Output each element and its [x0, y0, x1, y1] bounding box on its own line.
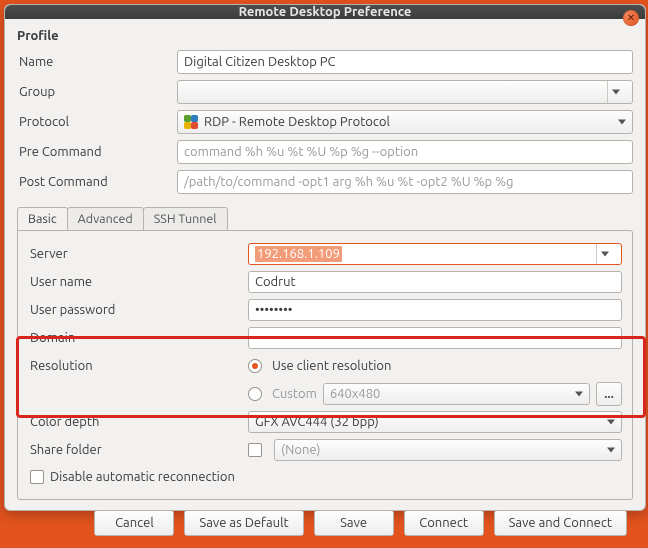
disable-reconnect-label: Disable automatic reconnection: [50, 470, 235, 484]
name-label: Name: [17, 55, 177, 69]
server-label: Server: [28, 247, 248, 261]
domain-label: Domain: [28, 331, 248, 345]
resolution-custom-combo[interactable]: 640x480: [323, 383, 590, 405]
precommand-label: Pre Command: [17, 145, 177, 159]
chevron-down-icon: [607, 448, 615, 453]
chevron-down-icon: [601, 252, 609, 257]
remmina-icon: [184, 115, 198, 129]
chevron-down-icon: [575, 392, 583, 397]
server-value: 192.168.1.109: [255, 246, 342, 262]
window-title: Remote Desktop Preference: [239, 5, 412, 19]
cancel-button[interactable]: Cancel: [94, 510, 174, 536]
username-label: User name: [28, 275, 248, 289]
connect-button[interactable]: Connect: [404, 510, 484, 536]
postcommand-label: Post Command: [17, 175, 177, 189]
domain-input[interactable]: [248, 327, 622, 349]
save-button[interactable]: Save: [314, 510, 394, 536]
chevron-down-icon: [607, 420, 615, 425]
chevron-down-icon: [618, 120, 626, 125]
button-bar: Cancel Save as Default Save Connect Save…: [17, 500, 633, 538]
password-input[interactable]: [248, 299, 622, 321]
tab-basic-panel: Server 192.168.1.109 User name User pass…: [17, 230, 633, 500]
sharefolder-label: Share folder: [28, 443, 248, 457]
resolution-label: Resolution: [28, 359, 248, 373]
resolution-custom-label: Custom: [272, 387, 317, 401]
resolution-custom-radio[interactable]: [248, 387, 262, 401]
tab-ssh-tunnel[interactable]: SSH Tunnel: [143, 207, 228, 230]
colordepth-combo[interactable]: GFX AVC444 (32 bpp): [248, 411, 622, 433]
sharefolder-checkbox[interactable]: [248, 443, 262, 457]
sharefolder-combo[interactable]: (None): [274, 439, 622, 461]
chevron-down-icon: [612, 90, 620, 95]
server-combo[interactable]: 192.168.1.109: [248, 243, 622, 265]
tab-advanced[interactable]: Advanced: [67, 207, 144, 230]
profile-heading: Profile: [17, 29, 633, 43]
resolution-more-button[interactable]: ...: [596, 382, 622, 406]
name-input[interactable]: [177, 50, 633, 74]
preference-window: Remote Desktop Preference ✕ Profile Name…: [4, 4, 646, 511]
close-icon[interactable]: ✕: [623, 10, 639, 26]
resolution-client-label: Use client resolution: [272, 359, 391, 373]
protocol-combo[interactable]: RDP - Remote Desktop Protocol: [177, 110, 633, 134]
username-input[interactable]: [248, 271, 622, 293]
colordepth-label: Color depth: [28, 415, 248, 429]
precommand-input[interactable]: [177, 140, 633, 164]
password-label: User password: [28, 303, 248, 317]
group-combo[interactable]: [177, 80, 633, 104]
save-connect-button[interactable]: Save and Connect: [494, 510, 627, 536]
resolution-client-radio[interactable]: [248, 359, 262, 373]
protocol-label: Protocol: [17, 115, 177, 129]
save-default-button[interactable]: Save as Default: [184, 510, 303, 536]
tab-basic[interactable]: Basic: [17, 207, 68, 230]
titlebar: Remote Desktop Preference ✕: [5, 5, 645, 19]
disable-reconnect-checkbox[interactable]: [30, 470, 44, 484]
postcommand-input[interactable]: [177, 170, 633, 194]
tab-bar: Basic Advanced SSH Tunnel: [17, 207, 633, 230]
group-label: Group: [17, 85, 177, 99]
